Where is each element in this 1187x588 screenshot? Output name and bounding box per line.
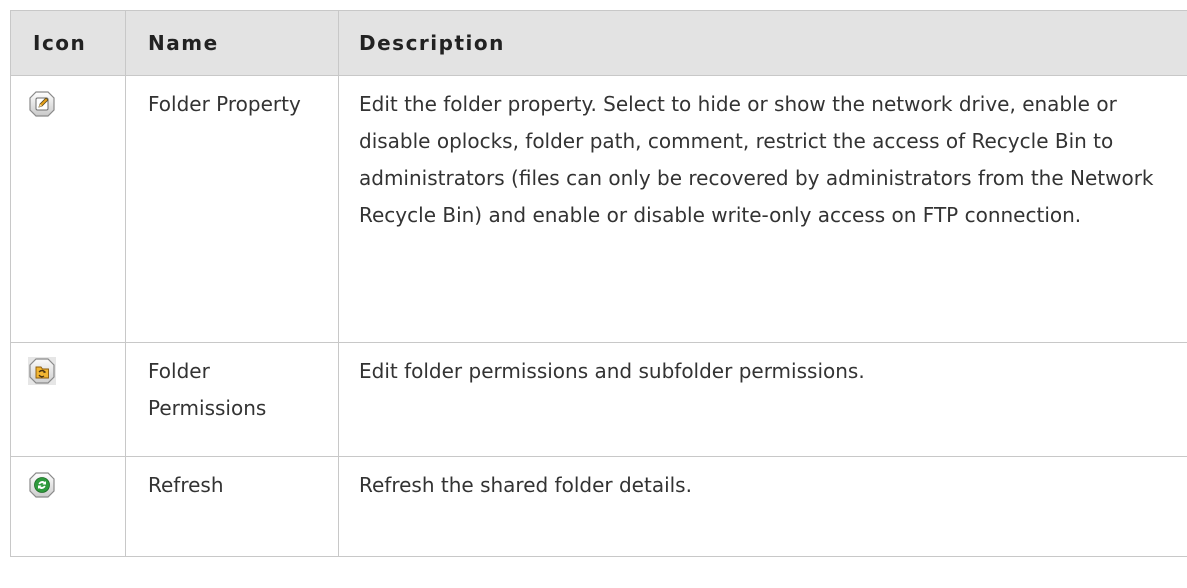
table-body: Folder Property Edit the folder property…: [10, 75, 1187, 557]
header-row: Icon Name Description: [10, 10, 1187, 76]
icon-cell: [10, 456, 126, 557]
table-row: Folder Property Edit the folder property…: [10, 75, 1187, 343]
icon-cell: [10, 342, 126, 457]
row-description: Refresh the shared folder details.: [338, 456, 1187, 557]
row-description: Edit the folder property. Select to hide…: [338, 75, 1187, 343]
header-name: Name: [125, 10, 339, 76]
table-header: Icon Name Description: [10, 10, 1187, 76]
table-row: Folder Permissions Edit folder permissio…: [10, 342, 1187, 457]
table-row: Refresh Refresh the shared folder detail…: [10, 456, 1187, 557]
row-name: Folder Permissions: [125, 342, 339, 457]
header-icon: Icon: [10, 10, 126, 76]
refresh-icon: [28, 471, 56, 499]
edit-pencil-icon: [28, 90, 56, 118]
header-description: Description: [338, 10, 1187, 76]
row-name: Folder Property: [125, 75, 339, 343]
icon-reference-table: Icon Name Description Folder Property Ed…: [10, 10, 1187, 557]
row-name: Refresh: [125, 456, 339, 557]
icon-cell: [10, 75, 126, 343]
row-description: Edit folder permissions and subfolder pe…: [338, 342, 1187, 457]
folder-permissions-icon: [28, 357, 56, 385]
